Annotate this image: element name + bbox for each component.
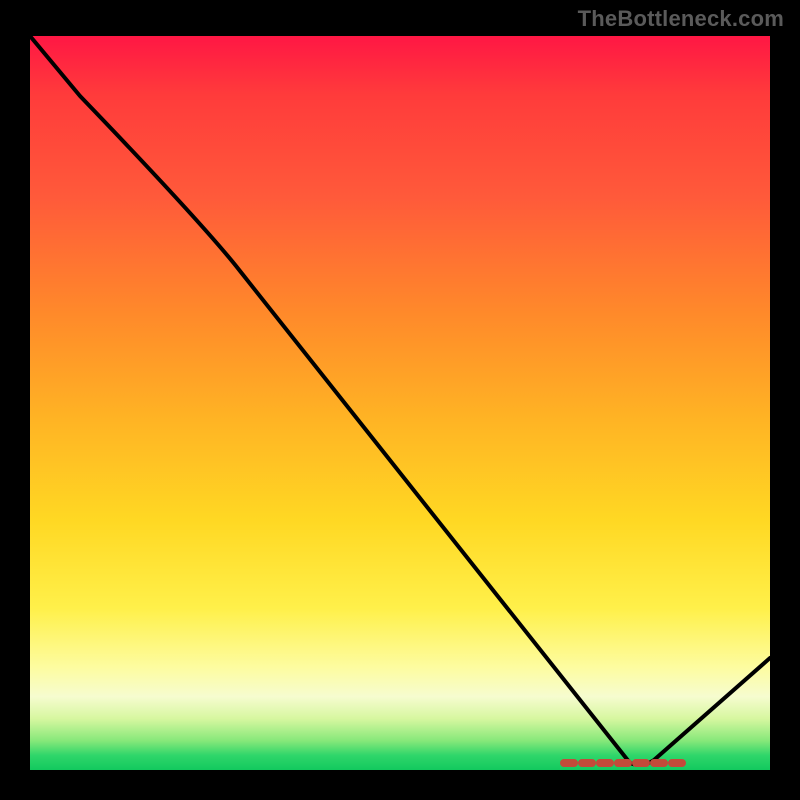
- chart-area: [30, 36, 770, 770]
- chart-overlay-svg: [30, 36, 770, 770]
- page-root: TheBottleneck.com: [0, 0, 800, 800]
- chart-line-main: [30, 36, 770, 765]
- watermark-text: TheBottleneck.com: [578, 6, 784, 32]
- chart-inner: [30, 36, 770, 770]
